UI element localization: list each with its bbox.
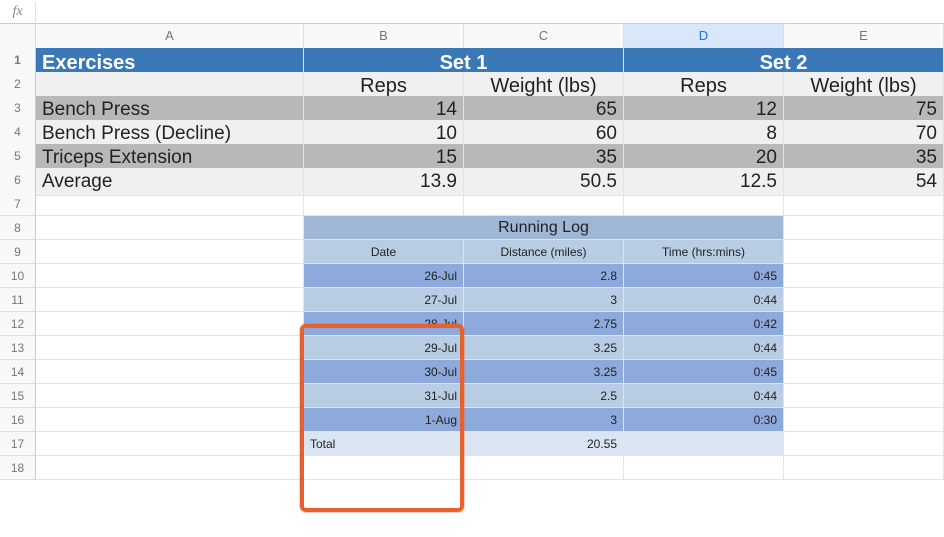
cell-E18[interactable] <box>784 456 944 480</box>
row-header-17[interactable]: 17 <box>0 432 36 456</box>
cell-A8[interactable] <box>36 216 304 240</box>
cell-B7[interactable] <box>304 192 464 216</box>
row-header-8[interactable]: 8 <box>0 216 36 240</box>
cell-C11[interactable]: 3 <box>464 288 624 312</box>
cell-E14[interactable] <box>784 360 944 384</box>
cell-C17[interactable]: 20.55 <box>464 432 624 456</box>
cell-C14[interactable]: 3.25 <box>464 360 624 384</box>
row-header-9[interactable]: 9 <box>0 240 36 264</box>
cell-D13[interactable]: 0:44 <box>624 336 784 360</box>
cell-A12[interactable] <box>36 312 304 336</box>
cell-E16[interactable] <box>784 408 944 432</box>
row-header-11[interactable]: 11 <box>0 288 36 312</box>
spreadsheet-grid: A B C D E 1 Exercises Set 1 Set 2 2 Reps… <box>0 24 944 480</box>
cell-D10[interactable]: 0:45 <box>624 264 784 288</box>
cell-E13[interactable] <box>784 336 944 360</box>
cell-C12[interactable]: 2.75 <box>464 312 624 336</box>
cell-B10[interactable]: 26-Jul <box>304 264 464 288</box>
formula-bar: fx <box>0 0 944 24</box>
cell-A17[interactable] <box>36 432 304 456</box>
cell-A14[interactable] <box>36 360 304 384</box>
row-header-16[interactable]: 16 <box>0 408 36 432</box>
cell-D12[interactable]: 0:42 <box>624 312 784 336</box>
row-header-12[interactable]: 12 <box>0 312 36 336</box>
cell-A7[interactable] <box>36 192 304 216</box>
cell-D7[interactable] <box>624 192 784 216</box>
cell-C15[interactable]: 2.5 <box>464 384 624 408</box>
cell-C10[interactable]: 2.8 <box>464 264 624 288</box>
cell-B14[interactable]: 30-Jul <box>304 360 464 384</box>
fx-icon: fx <box>0 2 36 22</box>
row-header-18[interactable]: 18 <box>0 456 36 480</box>
cell-E15[interactable] <box>784 384 944 408</box>
cell-B11[interactable]: 27-Jul <box>304 288 464 312</box>
cell-A15[interactable] <box>36 384 304 408</box>
cell-D14[interactable]: 0:45 <box>624 360 784 384</box>
cell-D15[interactable]: 0:44 <box>624 384 784 408</box>
cell-B13[interactable]: 29-Jul <box>304 336 464 360</box>
cell-D16[interactable]: 0:30 <box>624 408 784 432</box>
cell-B9[interactable]: Date <box>304 240 464 264</box>
cell-A10[interactable] <box>36 264 304 288</box>
cell-A11[interactable] <box>36 288 304 312</box>
cell-E17[interactable] <box>784 432 944 456</box>
cell-A13[interactable] <box>36 336 304 360</box>
cell-B15[interactable]: 31-Jul <box>304 384 464 408</box>
row-header-10[interactable]: 10 <box>0 264 36 288</box>
cell-B8D8[interactable]: Running Log <box>304 216 784 240</box>
cell-D11[interactable]: 0:44 <box>624 288 784 312</box>
cell-D18[interactable] <box>624 456 784 480</box>
cell-E9[interactable] <box>784 240 944 264</box>
formula-input[interactable] <box>36 0 944 23</box>
cell-A9[interactable] <box>36 240 304 264</box>
cell-C18[interactable] <box>464 456 624 480</box>
cell-B18[interactable] <box>304 456 464 480</box>
cell-D17[interactable] <box>624 432 784 456</box>
cell-E7[interactable] <box>784 192 944 216</box>
cell-E10[interactable] <box>784 264 944 288</box>
cell-B16[interactable]: 1-Aug <box>304 408 464 432</box>
row-header-13[interactable]: 13 <box>0 336 36 360</box>
cell-A16[interactable] <box>36 408 304 432</box>
row-header-7[interactable]: 7 <box>0 192 36 216</box>
cell-C9[interactable]: Distance (miles) <box>464 240 624 264</box>
cell-B12[interactable]: 28-Jul <box>304 312 464 336</box>
cell-C13[interactable]: 3.25 <box>464 336 624 360</box>
cell-A18[interactable] <box>36 456 304 480</box>
cell-D9[interactable]: Time (hrs:mins) <box>624 240 784 264</box>
cell-C16[interactable]: 3 <box>464 408 624 432</box>
row-header-15[interactable]: 15 <box>0 384 36 408</box>
cell-E12[interactable] <box>784 312 944 336</box>
cell-E8[interactable] <box>784 216 944 240</box>
cell-C7[interactable] <box>464 192 624 216</box>
cell-E11[interactable] <box>784 288 944 312</box>
cell-B17[interactable]: Total <box>304 432 464 456</box>
row-header-14[interactable]: 14 <box>0 360 36 384</box>
